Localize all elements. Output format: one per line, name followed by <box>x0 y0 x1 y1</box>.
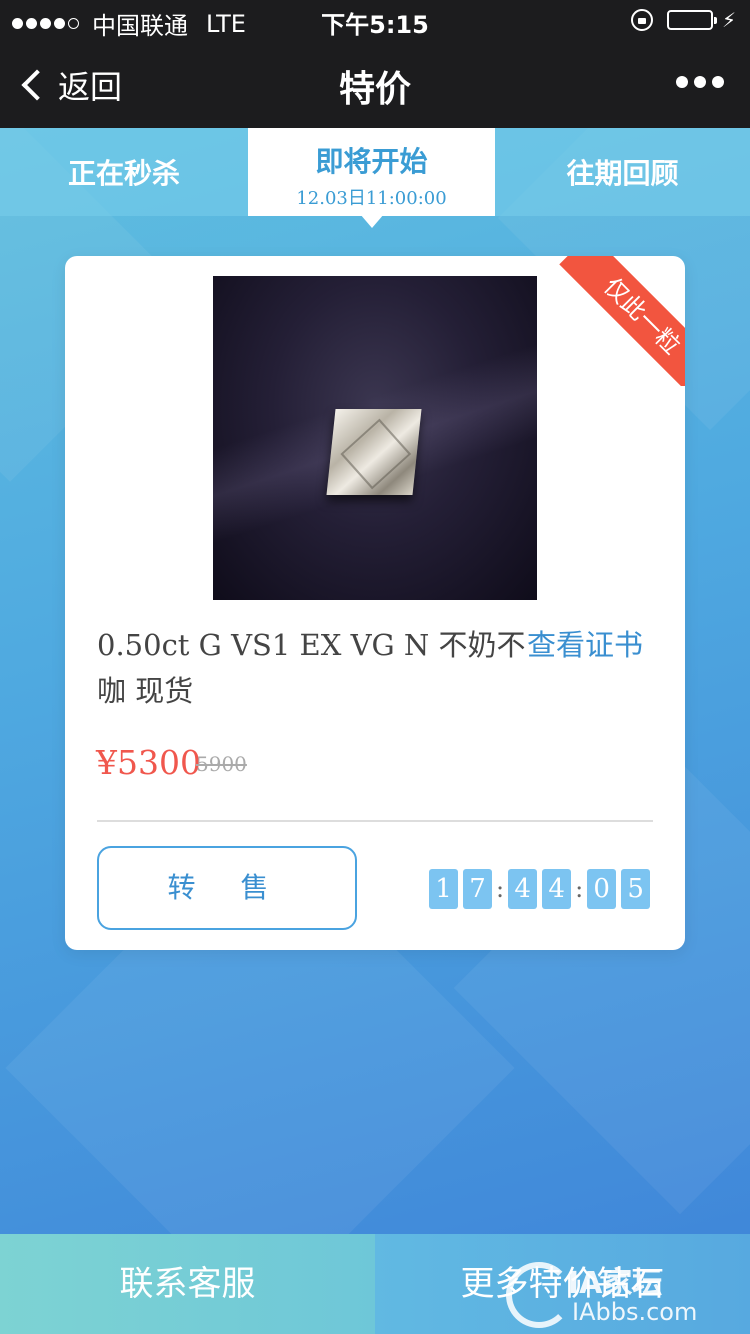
tab-upcoming-label: 即将开始 <box>315 145 428 178</box>
corner-ribbon: 仅此一粒 <box>555 256 685 386</box>
contact-support-button[interactable]: 联系客服 <box>0 1234 375 1334</box>
tab-pointer-icon <box>360 214 384 228</box>
countdown-digit: 5 <box>621 869 651 909</box>
countdown-digit: 0 <box>587 869 617 909</box>
tab-upcoming[interactable]: 即将开始 12.03日11:00:00 <box>248 128 495 216</box>
divider <box>97 820 653 822</box>
tab-upcoming-time: 12.03日11:00:00 <box>296 188 447 209</box>
countdown-timer: 1 7 : 4 4 : 0 5 <box>429 869 655 909</box>
countdown-digit: 1 <box>429 869 458 909</box>
ellipsis-icon <box>712 76 724 88</box>
battery-icon <box>666 10 717 30</box>
status-bar: 中国联通 LTE 下午5:15 ⚡ <box>0 0 750 40</box>
diamond-image <box>326 409 422 495</box>
page-title: 特价 <box>338 69 411 110</box>
product-title-line2: 咖 现货 <box>97 674 194 708</box>
tab-flash-sale[interactable]: 正在秒杀 <box>0 128 248 216</box>
countdown-separator: : <box>575 875 584 903</box>
sale-price: ¥5300 <box>96 743 201 782</box>
view-certificate-link[interactable]: 查看证书 <box>527 622 643 668</box>
ellipsis-icon <box>676 76 688 88</box>
countdown-digit: 7 <box>463 869 492 909</box>
ribbon-label: 仅此一粒 <box>559 256 685 386</box>
ellipsis-icon <box>694 76 706 88</box>
tab-history[interactable]: 往期回顾 <box>495 128 750 216</box>
countdown-separator: : <box>496 875 505 903</box>
nav-bar: 返回 特价 <box>0 40 750 128</box>
countdown-digit: 4 <box>542 869 572 909</box>
watermark-logo-icon <box>506 1262 572 1328</box>
original-price: 5900 <box>196 752 247 776</box>
orientation-lock-icon <box>630 9 653 31</box>
charging-icon: ⚡ <box>721 8 736 32</box>
product-image[interactable] <box>213 276 537 600</box>
tab-bar: 正在秒杀 即将开始 12.03日11:00:00 往期回顾 <box>0 128 750 216</box>
more-button[interactable] <box>670 76 724 88</box>
resell-button[interactable]: 转 售 <box>97 846 357 930</box>
watermark-sub: IAbbs.com <box>572 1298 698 1326</box>
site-watermark: IA家坛 IAbbs.com <box>506 1252 736 1334</box>
watermark-title: IA家坛 <box>568 1266 663 1301</box>
countdown-digit: 4 <box>508 869 538 909</box>
